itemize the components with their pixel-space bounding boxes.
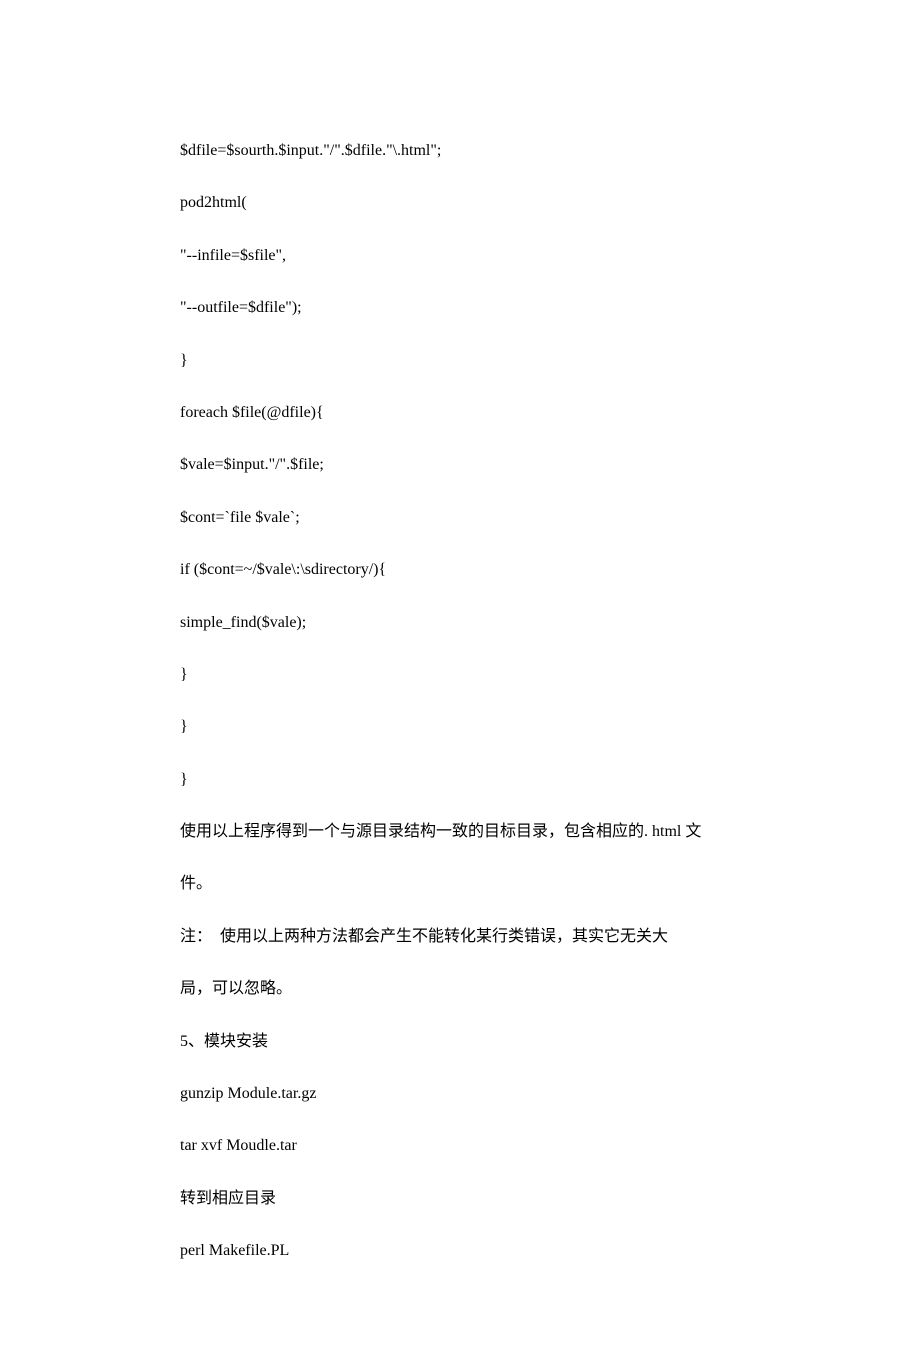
code-line: pod2html( (180, 192, 740, 214)
code-line: } (180, 664, 740, 686)
code-line: perl Makefile.PL (180, 1240, 740, 1262)
code-line: $dfile=$sourth.$input."/".$dfile."\.html… (180, 140, 740, 162)
text-line: 转到相应目录 (180, 1188, 740, 1210)
code-line: } (180, 769, 740, 791)
code-line: $cont=`file $vale`; (180, 507, 740, 529)
heading-line: 5、模块安装 (180, 1031, 740, 1053)
code-line: tar xvf Moudle.tar (180, 1135, 740, 1157)
code-line: } (180, 716, 740, 738)
text-line: 件。 (180, 873, 740, 895)
text-line: 使用以上程序得到一个与源目录结构一致的目标目录，包含相应的. html 文 (180, 821, 740, 843)
code-line: $vale=$input."/".$file; (180, 454, 740, 476)
code-line: if ($cont=~/$vale\:\sdirectory/){ (180, 559, 740, 581)
code-line: "--outfile=$dfile"); (180, 297, 740, 319)
code-line: simple_find($vale); (180, 612, 740, 634)
code-line: } (180, 350, 740, 372)
text-line: 注： 使用以上两种方法都会产生不能转化某行类错误，其实它无关大 (180, 926, 740, 948)
code-line: foreach $file(@dfile){ (180, 402, 740, 424)
document-page: $dfile=$sourth.$input."/".$dfile."\.html… (0, 0, 920, 1353)
code-line: "--infile=$sfile", (180, 245, 740, 267)
code-line: gunzip Module.tar.gz (180, 1083, 740, 1105)
text-line: 局，可以忽略。 (180, 978, 740, 1000)
